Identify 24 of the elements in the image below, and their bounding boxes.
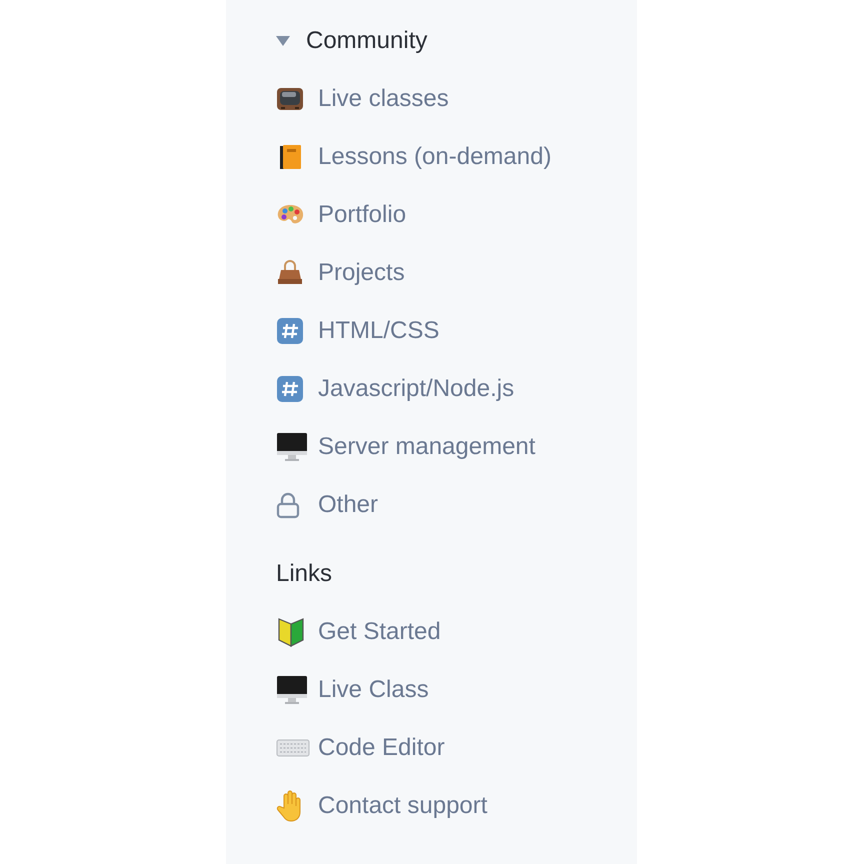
section-heading: Links [276, 559, 332, 589]
hash-icon [276, 375, 304, 403]
monitor-icon [276, 675, 308, 705]
nav-link[interactable]: Portfolio [318, 197, 406, 233]
section-heading[interactable]: Community [306, 23, 428, 59]
nav-link[interactable]: Projects [318, 255, 405, 291]
nav-link[interactable]: Contact support [318, 788, 488, 824]
nav-link[interactable]: Server management [318, 429, 536, 465]
nav-link[interactable]: Javascript/Node.js [318, 371, 514, 407]
nav-link[interactable]: Live Class [318, 672, 429, 708]
nav-link[interactable]: Get Started [318, 614, 441, 650]
lock-icon [276, 491, 300, 519]
shield-icon [276, 616, 306, 648]
keyboard-icon [276, 738, 310, 758]
nav-link[interactable]: Live classes [318, 81, 449, 117]
nav-link[interactable]: Code Editor [318, 730, 445, 766]
nav-link[interactable]: HTML/CSS [318, 313, 440, 349]
nav-link[interactable]: Other [318, 487, 378, 523]
handbag-icon [276, 259, 304, 287]
monitor-icon [276, 432, 308, 462]
nav-link[interactable]: Lessons (on-demand) [318, 139, 552, 175]
tv-icon [276, 85, 304, 113]
disclosure-triangle-icon[interactable] [276, 35, 290, 47]
hash-icon [276, 317, 304, 345]
